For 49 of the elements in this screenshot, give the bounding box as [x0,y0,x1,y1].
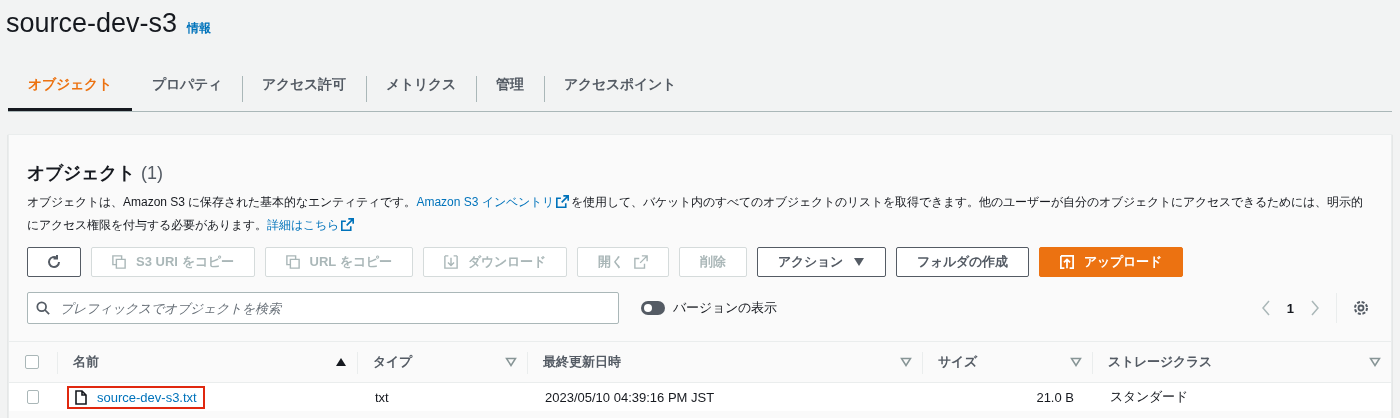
file-link[interactable]: source-dev-s3.txt [67,385,205,409]
toggle-label: バージョンの表示 [673,299,777,317]
column-header[interactable]: ストレージクラス [1108,353,1212,371]
column-header[interactable]: タイプ [373,353,412,371]
copy-icon [112,255,126,269]
page-number[interactable]: 1 [1286,300,1294,316]
link[interactable]: 詳細はこちら [267,218,356,232]
sort-icon[interactable] [900,357,912,367]
download-icon [443,255,458,269]
file-icon [75,389,87,405]
table-cell: 2023/05/10 04:39:16 PM JST [545,389,715,405]
refresh-icon [46,254,62,270]
tab[interactable]: 管理 [476,62,544,111]
search-icon [36,301,50,315]
tab[interactable]: アクセスポイント [544,62,696,111]
copy-icon [285,255,300,269]
upload-icon [1059,255,1074,269]
link[interactable]: Amazon S3 インベントリ [416,195,571,209]
sort-icon[interactable] [1369,357,1381,367]
external-link-icon [555,195,569,208]
external-link-icon [633,255,648,269]
tab[interactable]: プロパティ [132,62,242,111]
row-checkbox[interactable] [27,390,39,404]
caret-down-icon [852,257,865,267]
settings-icon[interactable] [1353,300,1369,316]
toolbar-button[interactable]: フォルダの作成 [895,247,1029,277]
column-header[interactable]: サイズ [938,353,977,371]
actions-dropdown[interactable]: アクション [756,247,886,277]
sort-icon[interactable] [1070,357,1082,367]
table-cell: スタンダード [1110,388,1188,406]
column-header[interactable]: 最終更新日時 [543,353,621,371]
page-title: source-dev-s3 [6,8,178,39]
toggle-switch[interactable] [641,301,665,315]
tab[interactable]: アクセス許可 [242,62,366,111]
table-cell: 21.0 B [1036,389,1074,405]
tab[interactable]: メトリクス [366,62,476,111]
previous-page-icon[interactable] [1260,300,1271,316]
external-link-icon [341,218,354,231]
panel-title: オブジェクト (1) [27,162,164,185]
sort-ascending-icon[interactable] [335,357,347,367]
refresh-button[interactable] [27,247,81,277]
sort-icon[interactable] [505,357,517,367]
next-page-icon[interactable] [1310,300,1320,316]
info-link[interactable]: 情報 [187,20,212,37]
search-field[interactable]: プレフィックスでオブジェクトを検索 [27,292,619,324]
table-cell: txt [375,389,389,405]
description: オブジェクトは、Amazon S3 に保存された基本的なエンティティです。Amazon S3 インベントリ を使用して、バケット内のすべてのオブジェクトのリストを取得できます。他のユーザーが自分のオブジェクトにアクセスできるためには、明示的にアクセス権限を付与する必要があります。詳細はこちら [27,194,1364,234]
column-header[interactable]: 名前 [73,353,99,371]
select-all-checkbox[interactable] [25,355,39,369]
